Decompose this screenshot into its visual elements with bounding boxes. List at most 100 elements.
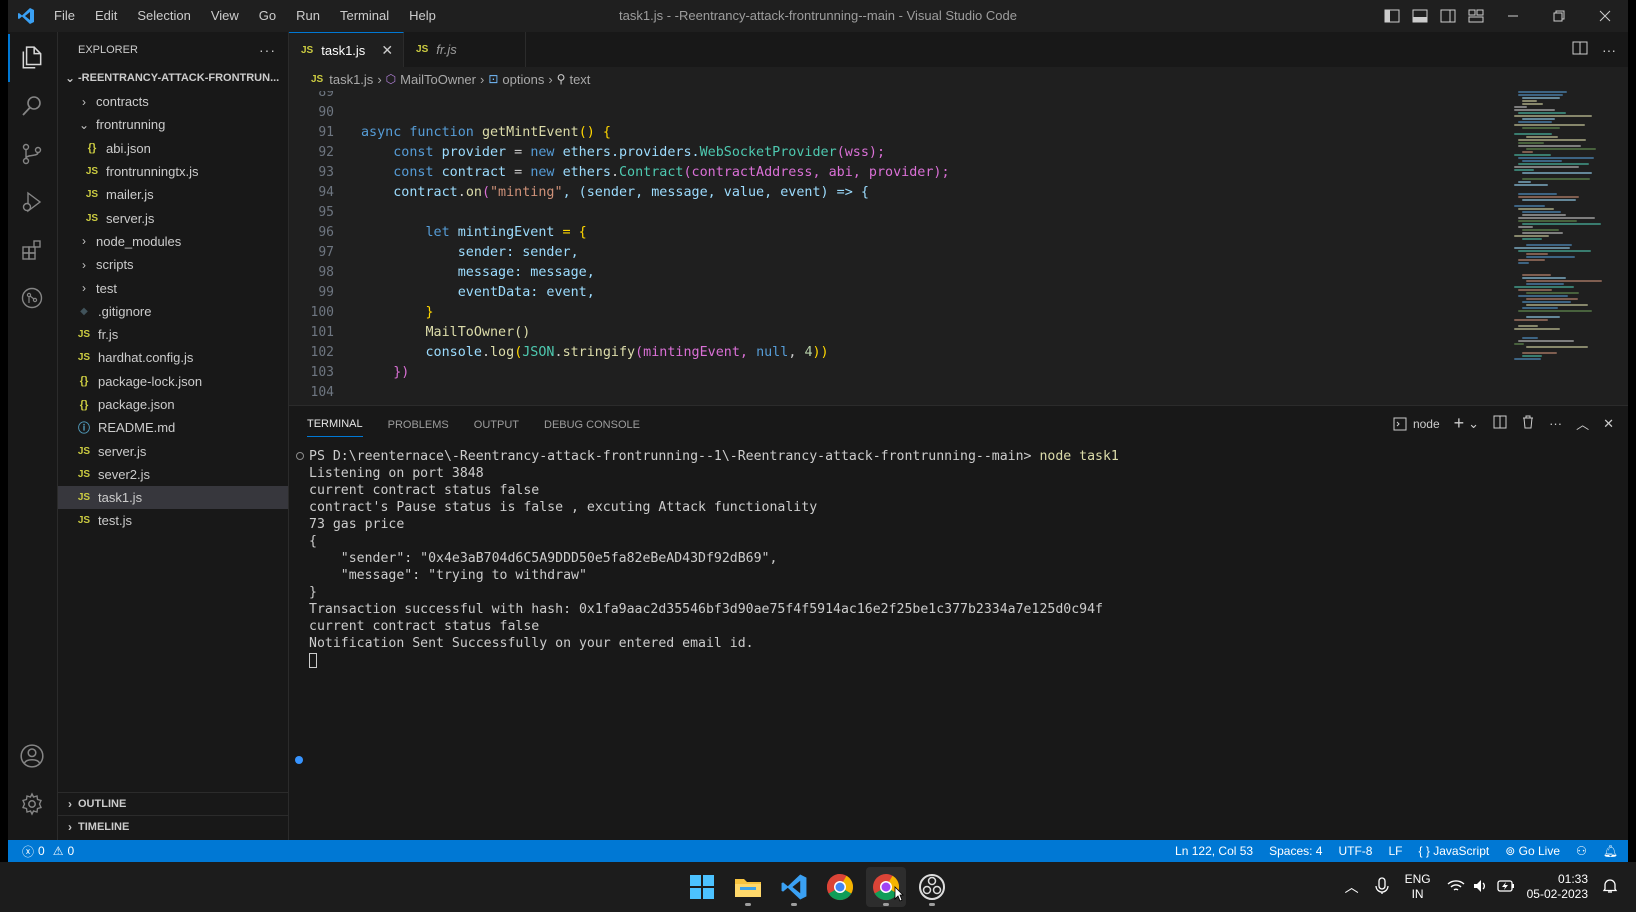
tree-item[interactable]: JS hardhat.config.js (58, 346, 288, 369)
tree-item[interactable]: › test (58, 276, 288, 299)
close-tab-icon[interactable]: ✕ (381, 42, 393, 59)
close-window-icon[interactable] (1582, 0, 1628, 32)
more-actions-icon[interactable]: ··· (1549, 416, 1562, 431)
tree-item[interactable]: › node_modules (58, 230, 288, 253)
minimap-line (1518, 310, 1592, 312)
restore-icon[interactable] (1536, 0, 1582, 32)
cursor-position[interactable]: Ln 122, Col 53 (1175, 844, 1253, 858)
workspace-root[interactable]: ⌄ -REENTRANCY-ATTACK-FRONTRUN... (58, 67, 288, 89)
timeline-section[interactable]: › TIMELINE (58, 815, 288, 838)
menu-help[interactable]: Help (399, 0, 446, 32)
breadcrumb-symbol[interactable]: MailToOwner (400, 72, 476, 87)
tab-output[interactable]: OUTPUT (474, 411, 519, 437)
tree-item[interactable]: › scripts (58, 253, 288, 276)
code-editor[interactable]: 89 90 91 92 93 94 95 96 97 98 99 100 101 102 103 104 as… (289, 91, 1628, 405)
js-file-icon: JS (85, 189, 99, 201)
breadcrumb-symbol[interactable]: text (569, 72, 590, 87)
tree-item[interactable]: JS test.js (58, 509, 288, 532)
chevron-down-icon[interactable]: ⌄ (1468, 416, 1479, 432)
tree-item[interactable]: JS server.js (58, 439, 288, 462)
file-explorer-icon[interactable] (728, 867, 768, 907)
new-terminal-icon[interactable]: + (1454, 413, 1465, 434)
toggle-secondary-sidebar-icon[interactable] (1434, 0, 1462, 32)
menu-edit[interactable]: Edit (85, 0, 127, 32)
tree-item[interactable]: ◆ .gitignore (58, 300, 288, 323)
running-indicator (929, 903, 935, 906)
tree-item[interactable]: › contracts (58, 90, 288, 113)
code-content[interactable]: async function getMintEvent() { const pr… (361, 91, 950, 403)
js-file-icon: JS (77, 515, 91, 527)
end-of-line[interactable]: LF (1388, 844, 1402, 858)
tree-item[interactable]: ⓘ README.md (58, 416, 288, 439)
split-terminal-icon[interactable] (1493, 415, 1507, 432)
menu-view[interactable]: View (201, 0, 249, 32)
menu-terminal[interactable]: Terminal (330, 0, 399, 32)
tree-item[interactable]: JS sever2.js (58, 463, 288, 486)
go-live-button[interactable]: ⊚ Go Live (1505, 844, 1560, 858)
toggle-primary-sidebar-icon[interactable] (1378, 0, 1406, 32)
settings-gear-icon[interactable] (8, 780, 56, 828)
terminal-output[interactable]: PS D:\reenternace\-Reentrancy-attack-fro… (309, 448, 1608, 669)
tree-item[interactable]: JS server.js (58, 206, 288, 229)
accounts-icon[interactable] (8, 732, 56, 780)
vscode-taskbar-icon[interactable] (774, 867, 814, 907)
language-mode[interactable]: { } JavaScript (1419, 844, 1490, 858)
menu-run[interactable]: Run (286, 0, 330, 32)
terminal-shell-selector[interactable]: node (1393, 417, 1440, 431)
chevron-right-icon: › (68, 820, 72, 834)
indentation[interactable]: Spaces: 4 (1269, 844, 1322, 858)
menu-go[interactable]: Go (249, 0, 286, 32)
run-debug-icon[interactable] (8, 178, 56, 226)
notification-center-icon[interactable] (1602, 878, 1618, 897)
minimap[interactable] (1514, 91, 1614, 361)
source-control-icon[interactable] (8, 130, 56, 178)
extensions-icon[interactable] (8, 226, 56, 274)
tab-fr-js[interactable]: JS fr.js (404, 32, 527, 67)
outline-section[interactable]: › OUTLINE (58, 792, 288, 815)
tree-item[interactable]: JS fr.js (58, 323, 288, 346)
chevron-down-icon: ⌄ (64, 71, 76, 85)
trash-icon[interactable] (1521, 415, 1535, 432)
customize-layout-icon[interactable] (1462, 0, 1490, 32)
breadcrumb-symbol[interactable]: options (502, 72, 544, 87)
tree-item[interactable]: JS mailer.js (58, 183, 288, 206)
encoding[interactable]: UTF-8 (1338, 844, 1372, 858)
tab-task1-js[interactable]: JS task1.js ✕ (289, 32, 405, 67)
menu-file[interactable]: File (44, 0, 85, 32)
explorer-icon[interactable] (8, 34, 56, 82)
search-icon[interactable] (8, 82, 56, 130)
microphone-icon[interactable] (1374, 876, 1389, 898)
language-indicator[interactable]: ENG IN (1405, 872, 1431, 902)
more-actions-icon[interactable]: ··· (1602, 42, 1616, 58)
tree-item[interactable]: {} abi.json (58, 137, 288, 160)
maximize-panel-icon[interactable]: ︿ (1576, 414, 1589, 433)
tree-item[interactable]: {} package-lock.json (58, 370, 288, 393)
windows-start-icon[interactable] (682, 867, 722, 907)
tree-item[interactable]: ⌄ frontrunning (58, 113, 288, 136)
tab-terminal[interactable]: TERMINAL (307, 410, 363, 437)
more-actions-icon[interactable]: ··· (259, 42, 276, 58)
tree-item[interactable]: JS task1.js (58, 486, 288, 510)
chevron-up-icon[interactable]: ︿ (1345, 877, 1359, 897)
battery-icon[interactable] (1496, 879, 1515, 895)
feedback-icon[interactable]: ⚇ (1576, 844, 1587, 858)
status-bar: ⓧ 0 ⚠ 0 Ln 122, Col 53 Spaces: 4 UTF-8 L… (8, 840, 1628, 862)
split-editor-icon[interactable] (1572, 41, 1588, 58)
clock[interactable]: 01:33 05-02-2023 (1527, 872, 1588, 902)
toggle-panel-icon[interactable] (1406, 0, 1434, 32)
tab-debug-console[interactable]: DEBUG CONSOLE (544, 411, 640, 437)
notifications-bell-icon[interactable]: 🔔︎ (1603, 844, 1618, 858)
problems-indicator[interactable]: ⓧ 0 ⚠ 0 (8, 843, 74, 860)
tree-item[interactable]: JS frontrunningtx.js (58, 160, 288, 183)
minimize-icon[interactable] (1490, 0, 1536, 32)
wifi-icon[interactable] (1447, 879, 1465, 896)
menu-selection[interactable]: Selection (127, 0, 200, 32)
github-icon[interactable] (8, 274, 56, 322)
chrome-icon[interactable] (820, 867, 860, 907)
obs-icon[interactable] (912, 867, 952, 907)
tree-item[interactable]: {} package.json (58, 393, 288, 416)
close-panel-icon[interactable]: ✕ (1603, 416, 1614, 432)
breadcrumb-file[interactable]: task1.js (329, 72, 373, 87)
tab-problems[interactable]: PROBLEMS (388, 411, 449, 437)
volume-icon[interactable] (1473, 879, 1489, 896)
